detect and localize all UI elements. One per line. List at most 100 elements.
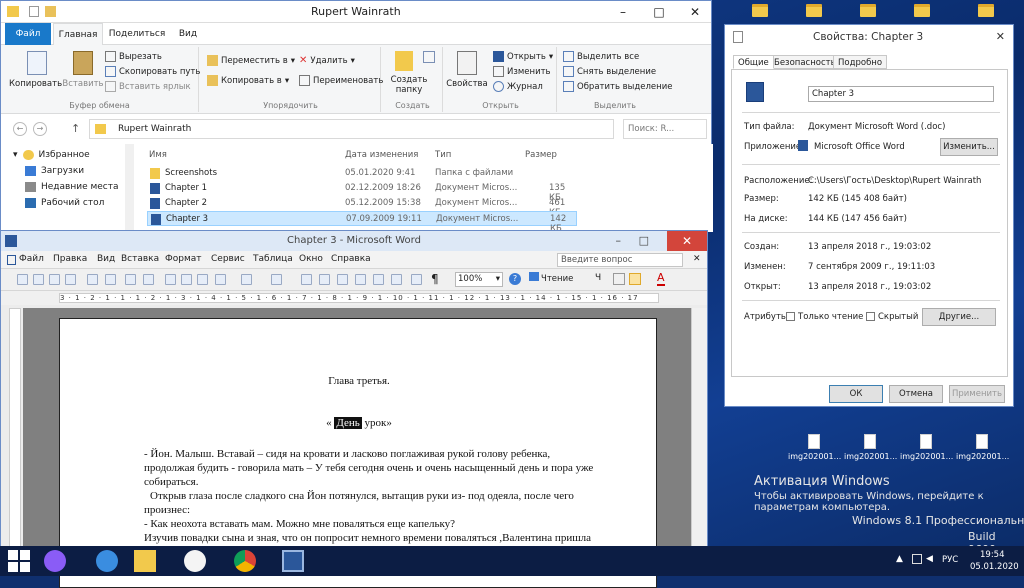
menu-view[interactable]: Вид: [97, 254, 115, 264]
ie-browser-icon[interactable]: [96, 550, 118, 572]
minimize-button[interactable]: –: [605, 1, 641, 23]
open-button[interactable]: Открыть ▾: [493, 51, 553, 62]
new-folder-qa-icon[interactable]: [45, 6, 56, 17]
desktop-file[interactable]: img202001...: [788, 434, 841, 461]
menu-edit[interactable]: Правка: [53, 254, 87, 264]
menu-insert[interactable]: Вставка: [121, 254, 159, 264]
desktop-file[interactable]: img202001...: [956, 434, 1009, 461]
desktop-folder-icon[interactable]: [960, 4, 1012, 17]
hyperlink-icon[interactable]: [301, 274, 312, 285]
volume-icon[interactable]: ◀: [926, 554, 933, 564]
tab-view[interactable]: Вид: [173, 23, 203, 45]
menu-help[interactable]: Справка: [331, 254, 371, 264]
delete-button[interactable]: ✕ Удалить ▾: [299, 55, 355, 66]
chrome-icon[interactable]: [234, 550, 256, 572]
edit-button[interactable]: Изменить: [493, 66, 551, 77]
new-item-icon[interactable]: [423, 51, 435, 63]
file-row-selected[interactable]: Chapter 3 07.09.2009 19:11 Документ Micr…: [147, 211, 577, 234]
paste-button[interactable]: Вставить: [58, 79, 108, 89]
tab-share[interactable]: Поделиться: [107, 23, 167, 45]
rename-button[interactable]: Переименовать: [299, 75, 383, 86]
undo-icon[interactable]: [241, 274, 252, 285]
cut-icon[interactable]: [165, 274, 176, 285]
nav-recent[interactable]: Недавние места: [25, 182, 119, 192]
help-icon[interactable]: ?: [509, 273, 521, 285]
apply-button[interactable]: Применить: [949, 385, 1005, 403]
select-all-button[interactable]: Выделить все: [563, 51, 639, 62]
print-preview-icon[interactable]: [105, 274, 116, 285]
permission-icon[interactable]: [65, 274, 76, 285]
tab-general[interactable]: Общие: [733, 55, 774, 69]
menu-table[interactable]: Таблица: [253, 254, 293, 264]
tab-home[interactable]: Главная: [53, 23, 103, 45]
copy-path-button[interactable]: Скопировать путь: [105, 66, 200, 77]
select-none-button[interactable]: Снять выделение: [563, 66, 656, 77]
quick-access-icon[interactable]: [29, 6, 39, 17]
desktop-folder-icon[interactable]: [788, 4, 840, 17]
desktop-folder-icon[interactable]: [734, 4, 786, 17]
format-painter-icon[interactable]: [215, 274, 226, 285]
search-input[interactable]: Поиск: R...: [623, 119, 707, 139]
readonly-checkbox[interactable]: Только чтение: [786, 312, 863, 322]
assistant-icon[interactable]: [44, 550, 66, 572]
clock-date[interactable]: 05.01.2020: [970, 562, 1019, 572]
drawing-icon[interactable]: [391, 274, 402, 285]
nav-favorites[interactable]: ▾ Избранное: [13, 150, 90, 160]
word-vertical-scrollbar[interactable]: [691, 308, 707, 546]
new-doc-icon[interactable]: [17, 274, 28, 285]
advanced-attributes-button[interactable]: Другие...: [922, 308, 996, 326]
nav-downloads[interactable]: Загрузки: [25, 166, 84, 176]
paste-shortcut-button[interactable]: Вставить ярлык: [105, 81, 191, 92]
copy-to-button[interactable]: Копировать в ▾: [207, 75, 289, 86]
align-center-icon[interactable]: [629, 273, 641, 285]
history-button[interactable]: Журнал: [493, 81, 543, 92]
move-to-button[interactable]: Переместить в ▾: [207, 55, 295, 66]
horizontal-ruler[interactable]: 3 · 1 · 2 · 1 · 1 · 1 · 2 · 1 · 3 · 1 · …: [1, 291, 707, 305]
column-type[interactable]: Тип: [435, 150, 451, 160]
change-app-button[interactable]: Изменить...: [940, 138, 998, 156]
zoom-select[interactable]: 100% ▾: [455, 272, 503, 287]
word-close-button[interactable]: ✕: [667, 231, 707, 251]
properties-button[interactable]: Свойства: [445, 79, 489, 89]
clock-time[interactable]: 19:54: [980, 550, 1005, 560]
nav-desktop[interactable]: Рабочий стол: [25, 198, 104, 208]
forward-button[interactable]: →: [33, 122, 47, 136]
desktop-file[interactable]: img202001...: [844, 434, 897, 461]
menu-file[interactable]: Файл: [19, 254, 44, 264]
word-maximize-button[interactable]: □: [639, 231, 649, 251]
maximize-button[interactable]: □: [641, 1, 677, 23]
columns-icon[interactable]: [373, 274, 384, 285]
yandex-browser-icon[interactable]: [184, 550, 206, 572]
menu-format[interactable]: Формат: [165, 254, 202, 264]
file-explorer-icon[interactable]: [134, 550, 156, 572]
properties-close-button[interactable]: ✕: [996, 25, 1005, 49]
copy-button[interactable]: Копировать: [9, 79, 62, 89]
pilcrow-icon[interactable]: ¶: [431, 272, 439, 286]
cut-button[interactable]: Вырезать: [105, 51, 162, 62]
research-icon[interactable]: [143, 274, 154, 285]
new-folder-button[interactable]: Создать папку: [387, 75, 431, 95]
word-taskbar-icon[interactable]: [282, 550, 304, 572]
column-size[interactable]: Размер: [525, 150, 557, 160]
column-name[interactable]: Имя: [149, 150, 167, 160]
styles-icon[interactable]: Ч: [595, 273, 601, 283]
back-button[interactable]: ←: [13, 122, 27, 136]
paste-icon[interactable]: [197, 274, 208, 285]
file-row[interactable]: Chapter 1 02.12.2009 18:26 Документ Micr…: [147, 181, 577, 203]
column-date[interactable]: Дата изменения: [345, 150, 418, 160]
save-icon[interactable]: [49, 274, 60, 285]
tab-file[interactable]: Файл: [5, 23, 51, 45]
up-button[interactable]: ↑: [71, 122, 80, 135]
file-row[interactable]: Chapter 2 05.12.2009 15:38 Документ Micr…: [147, 196, 577, 218]
document-map-icon[interactable]: [411, 274, 422, 285]
desktop-folder-icon[interactable]: [896, 4, 948, 17]
tab-security[interactable]: Безопасность: [769, 55, 841, 69]
tray-chevron-icon[interactable]: ▲: [896, 554, 903, 564]
tables-borders-icon[interactable]: [319, 274, 330, 285]
ok-button[interactable]: ОК: [829, 385, 883, 403]
filename-input[interactable]: Chapter 3: [808, 86, 994, 102]
vertical-ruler[interactable]: [9, 308, 21, 576]
nav-scrollbar[interactable]: [125, 144, 134, 232]
help-question-input[interactable]: Введите вопрос: [557, 253, 683, 267]
align-left-icon[interactable]: [613, 273, 625, 285]
